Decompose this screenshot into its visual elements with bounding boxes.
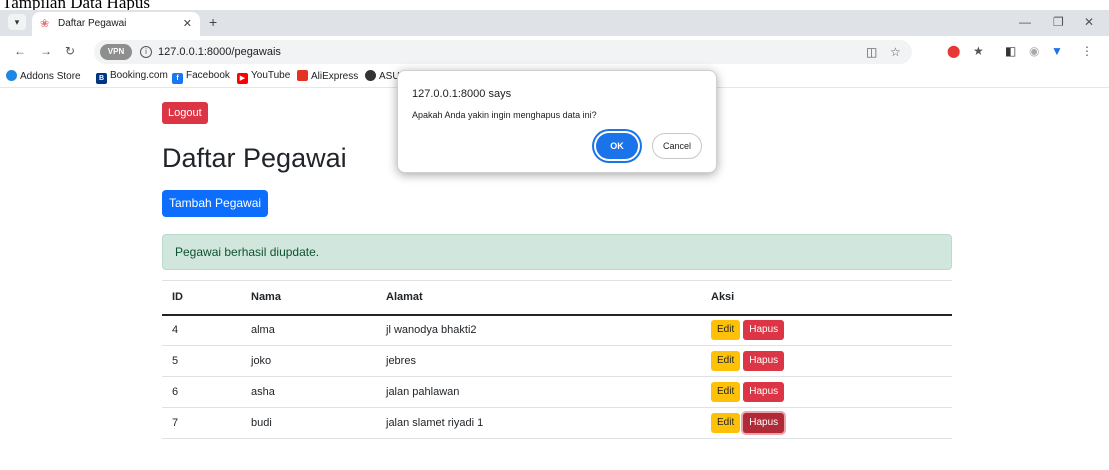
cell-alamat: jalan slamet riyadi 1: [376, 407, 701, 439]
address-bar[interactable]: VPN i 127.0.0.1:8000/pegawais ◫ ☆: [94, 40, 912, 64]
profile-avatar-icon[interactable]: ◉: [1029, 44, 1039, 58]
tab-search-chevron-icon[interactable]: ▾: [8, 14, 26, 30]
cell-nama: budi: [241, 407, 376, 439]
extension-shield-icon[interactable]: ⬤: [947, 44, 960, 58]
new-tab-plus-icon[interactable]: +: [209, 15, 217, 29]
header-nama: Nama: [241, 280, 376, 316]
header-alamat: Alamat: [376, 280, 701, 316]
tab-daftar-pegawai[interactable]: ❀ Daftar Pegawai ✕: [32, 12, 200, 36]
delete-button[interactable]: Hapus: [743, 382, 785, 402]
delete-button[interactable]: Hapus: [743, 351, 785, 371]
bookmark-star-icon[interactable]: ☆: [890, 45, 901, 59]
bookmark-facebook[interactable]: f Facebook: [172, 70, 230, 84]
url-text[interactable]: 127.0.0.1:8000/pegawais: [158, 46, 281, 58]
globe-icon: [365, 70, 376, 81]
translate-icon[interactable]: ◫: [866, 45, 877, 59]
table-row: 6 asha jalan pahlawan Edit Hapus: [162, 376, 952, 408]
delete-button[interactable]: Hapus: [743, 320, 785, 341]
menu-kebab-icon[interactable]: ⋮: [1081, 44, 1093, 58]
side-panel-icon[interactable]: ◧: [1005, 44, 1016, 58]
success-alert: Pegawai berhasil diupdate.: [162, 234, 952, 270]
employee-table: ID Nama Alamat Aksi 4 alma jl wanodya bh…: [162, 280, 952, 439]
page-title: Daftar Pegawai: [162, 143, 347, 173]
back-arrow-icon[interactable]: ←: [14, 44, 26, 58]
site-info-icon[interactable]: i: [140, 46, 152, 58]
delete-button[interactable]: Hapus: [743, 413, 785, 433]
cell-nama: asha: [241, 376, 376, 408]
dialog-message: Apakah Anda yakin ingin menghapus data i…: [412, 110, 597, 120]
cell-nama: joko: [241, 345, 376, 377]
addons-store-icon: [6, 70, 17, 81]
edit-button[interactable]: Edit: [711, 320, 741, 341]
tab-strip: ▾ ❀ Daftar Pegawai ✕ + — ❐ ✕: [0, 10, 1109, 36]
table-row: 4 alma jl wanodya bhakti2 Edit Hapus: [162, 314, 952, 346]
cell-id: 5: [162, 345, 241, 377]
table-row: 7 budi jalan slamet riyadi 1 Edit Hapus: [162, 407, 952, 439]
restore-icon[interactable]: ❐: [1053, 15, 1064, 29]
header-id: ID: [162, 280, 241, 316]
cell-actions: Edit Hapus: [701, 407, 952, 439]
security-shield-icon[interactable]: ▼: [1051, 44, 1063, 58]
minimize-icon[interactable]: —: [1019, 15, 1031, 29]
bookmark-aliexpress[interactable]: AliExpress: [297, 70, 358, 82]
tab-close-icon[interactable]: ✕: [183, 17, 192, 31]
forward-arrow-icon[interactable]: →: [40, 44, 52, 58]
youtube-icon: ▶: [237, 73, 248, 84]
confirm-dialog: 127.0.0.1:8000 says Apakah Anda yakin in…: [397, 70, 717, 173]
table-row: 5 joko jebres Edit Hapus: [162, 345, 952, 377]
add-employee-button[interactable]: Tambah Pegawai: [162, 190, 269, 217]
bookmark-addons-store[interactable]: Addons Store: [6, 70, 81, 82]
facebook-icon: f: [172, 73, 183, 84]
vpn-badge[interactable]: VPN: [100, 44, 132, 60]
cell-id: 7: [162, 407, 241, 439]
cell-actions: Edit Hapus: [701, 376, 952, 408]
extensions-puzzle-icon[interactable]: ★: [973, 44, 984, 58]
aliexpress-icon: [297, 70, 308, 81]
cancel-button[interactable]: Cancel: [652, 133, 702, 159]
cell-alamat: jl wanodya bhakti2: [376, 314, 701, 346]
header-aksi: Aksi: [701, 280, 952, 316]
cell-id: 6: [162, 376, 241, 408]
ok-button[interactable]: OK: [596, 133, 638, 159]
cell-actions: Edit Hapus: [701, 314, 952, 346]
edit-button[interactable]: Edit: [711, 351, 741, 371]
edit-button[interactable]: Edit: [711, 413, 741, 433]
edit-button[interactable]: Edit: [711, 382, 741, 402]
cell-nama: alma: [241, 314, 376, 346]
reload-icon[interactable]: ↻: [65, 44, 75, 58]
favicon-icon: ❀: [40, 18, 50, 30]
bookmark-youtube[interactable]: ▶ YouTube: [237, 70, 290, 84]
dialog-title: 127.0.0.1:8000 says: [412, 88, 512, 100]
cell-id: 4: [162, 314, 241, 346]
logout-button[interactable]: Logout: [162, 102, 208, 124]
bookmark-booking[interactable]: B Booking.com: [96, 70, 168, 84]
cell-alamat: jalan pahlawan: [376, 376, 701, 408]
cell-actions: Edit Hapus: [701, 345, 952, 377]
tab-title: Daftar Pegawai: [58, 18, 127, 29]
window-close-icon[interactable]: ✕: [1084, 15, 1094, 29]
booking-icon: B: [96, 73, 107, 84]
table-header-row: ID Nama Alamat Aksi: [162, 280, 952, 316]
cell-alamat: jebres: [376, 345, 701, 377]
browser-toolbar: ← → ↻ VPN i 127.0.0.1:8000/pegawais ◫ ☆ …: [0, 36, 1109, 66]
